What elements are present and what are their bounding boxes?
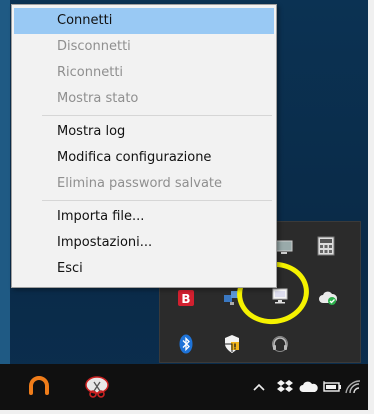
window-edge-right — [368, 0, 374, 414]
taskbar — [0, 364, 368, 410]
menu-item-esci[interactable]: Esci — [14, 256, 274, 282]
calculator-icon[interactable] — [314, 234, 338, 258]
bitdefender-icon[interactable]: B — [174, 286, 198, 310]
desktop-edge — [0, 0, 10, 414]
window-edge-bottom — [0, 410, 374, 414]
menu-item-riconnetti[interactable]: Riconnetti — [14, 60, 274, 86]
menu-item-mostra-stato[interactable]: Mostra stato — [14, 86, 274, 112]
context-menu: Connetti Disconnetti Riconnetti Mostra s… — [11, 4, 277, 288]
menu-separator — [42, 115, 272, 116]
menu-item-importa-file[interactable]: Importa file... — [14, 204, 274, 230]
menu-item-disconnetti[interactable]: Disconnetti — [14, 34, 274, 60]
headset-icon[interactable] — [268, 332, 292, 356]
menu-item-impostazioni[interactable]: Impostazioni... — [14, 230, 274, 256]
menu-item-mostra-log[interactable]: Mostra log — [14, 119, 274, 145]
menu-item-elimina-password[interactable]: Elimina password salvate — [14, 171, 274, 197]
bluetooth-icon[interactable] — [174, 332, 198, 356]
menu-item-connetti[interactable]: Connetti — [14, 8, 274, 34]
snipping-tool-icon[interactable] — [82, 372, 112, 402]
menu-separator — [42, 200, 272, 201]
svg-text:B: B — [181, 292, 190, 306]
cloud-sync-icon[interactable] — [316, 286, 340, 310]
menu-item-modifica-configurazione[interactable]: Modifica configurazione — [14, 145, 274, 171]
security-shield-icon[interactable] — [220, 332, 244, 356]
wifi-icon[interactable] — [340, 372, 366, 402]
app-launcher-icon[interactable] — [24, 372, 54, 402]
